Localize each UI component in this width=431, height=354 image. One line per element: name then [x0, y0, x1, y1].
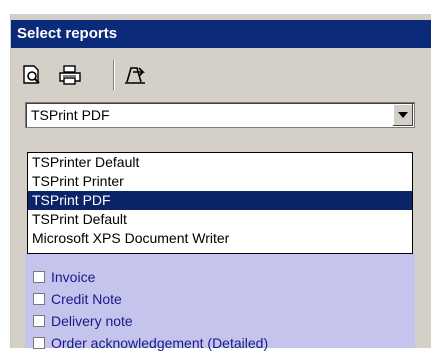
report-label: Credit Note	[51, 291, 122, 307]
report-label: Delivery note	[51, 313, 133, 329]
panel-title: Select reports	[11, 20, 431, 48]
report-label: Order acknowledgement (Detailed)	[51, 335, 269, 351]
dropdown-option[interactable]: TSPrint Printer	[28, 172, 412, 191]
checkbox[interactable]	[33, 315, 45, 327]
toolbar-separator	[113, 60, 115, 90]
export-icon	[125, 67, 145, 84]
print-button[interactable]	[57, 62, 83, 88]
checkbox[interactable]	[33, 337, 45, 349]
printer-select-value: TSPrint PDF	[31, 107, 110, 123]
reports-list: Invoice Credit Note Delivery note Order …	[25, 254, 415, 351]
report-label: Invoice	[51, 269, 96, 285]
checkbox[interactable]	[33, 293, 45, 305]
checkbox[interactable]	[33, 271, 45, 283]
select-reports-panel: Select reports TSPrint PDF TSPrinter Def…	[11, 14, 431, 351]
dropdown-option[interactable]: TSPrinter Default	[28, 153, 412, 172]
print-preview-icon	[23, 65, 40, 84]
printer-dropdown-list: TSPrinter Default TSPrint Printer TSPrin…	[27, 152, 413, 254]
print-preview-button[interactable]	[19, 62, 45, 88]
report-item-delivery-note[interactable]: Delivery note	[33, 310, 133, 332]
dropdown-option[interactable]: TSPrint Default	[28, 210, 412, 229]
dropdown-arrow-button[interactable]	[392, 104, 413, 126]
toolbar	[11, 48, 431, 100]
printer-select[interactable]: TSPrint PDF	[25, 102, 415, 128]
chevron-down-icon	[398, 112, 408, 118]
report-item-credit-note[interactable]: Credit Note	[33, 288, 122, 310]
report-item-order-acknowledgement[interactable]: Order acknowledgement (Detailed)	[33, 332, 268, 354]
report-item-invoice[interactable]: Invoice	[33, 266, 95, 288]
export-button[interactable]	[123, 62, 149, 88]
dropdown-option-selected[interactable]: TSPrint PDF	[28, 191, 412, 210]
printer-icon	[59, 65, 81, 85]
dropdown-option[interactable]: Microsoft XPS Document Writer	[28, 229, 412, 248]
